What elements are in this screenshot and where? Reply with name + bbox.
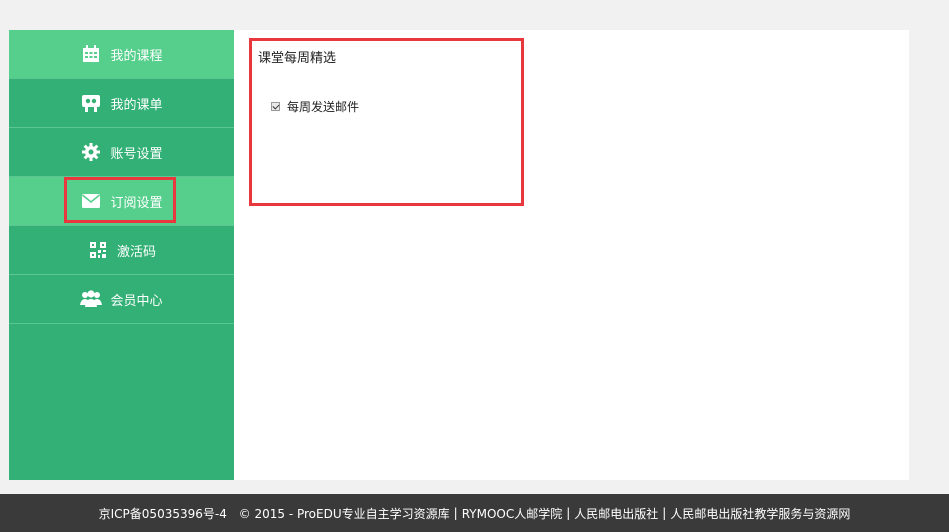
sidebar-item-activation-code[interactable]: 激活码 bbox=[9, 226, 234, 275]
sidebar: 我的课程 我的课单 账号设置 订阅设置 激活码 会员中心 bbox=[9, 30, 234, 480]
envelope-icon bbox=[80, 190, 102, 212]
sidebar-item-subscription-settings[interactable]: 订阅设置 bbox=[9, 177, 234, 226]
footer: 京ICP备05035396号-4 © 2015 - ProEDU专业自主学习资源… bbox=[0, 494, 949, 532]
sidebar-item-label: 我的课单 bbox=[110, 97, 163, 113]
sidebar-item-label: 会员中心 bbox=[110, 293, 163, 309]
sidebar-item-label: 订阅设置 bbox=[110, 195, 163, 211]
section-title: 课堂每周精选 bbox=[258, 51, 337, 66]
qrcode-icon bbox=[87, 239, 109, 261]
sidebar-item-label: 激活码 bbox=[116, 244, 156, 260]
footer-icp[interactable]: 京ICP备05035396号-4 bbox=[99, 505, 227, 522]
footer-separator: | bbox=[453, 506, 458, 520]
gear-icon bbox=[80, 141, 102, 163]
footer-link-ptpress-resources[interactable]: 人民邮电出版社教学服务与资源网 bbox=[670, 505, 850, 522]
footer-link-ptpress[interactable]: 人民邮电出版社 bbox=[574, 505, 658, 522]
users-icon bbox=[80, 288, 103, 310]
sidebar-item-account-settings[interactable]: 账号设置 bbox=[9, 128, 234, 177]
calendar-icon bbox=[80, 43, 102, 65]
sidebar-item-my-courses[interactable]: 我的课程 bbox=[9, 30, 234, 79]
footer-link-rymooc[interactable]: RYMOOC人邮学院 bbox=[462, 505, 563, 522]
footer-space bbox=[231, 506, 235, 520]
sidebar-item-member-center[interactable]: 会员中心 bbox=[9, 275, 234, 324]
weekly-email-label: 每周发送邮件 bbox=[287, 100, 360, 114]
weekly-email-checkbox[interactable] bbox=[271, 102, 280, 111]
sidebar-item-label: 账号设置 bbox=[110, 146, 163, 162]
footer-separator: | bbox=[662, 506, 667, 520]
weekly-email-option[interactable]: 每周发送邮件 bbox=[271, 98, 359, 115]
presentation-icon bbox=[80, 92, 102, 114]
footer-separator: | bbox=[566, 506, 571, 520]
sidebar-item-label: 我的课程 bbox=[110, 48, 163, 64]
sidebar-item-my-list[interactable]: 我的课单 bbox=[9, 79, 234, 128]
footer-copyright: © 2015 - ProEDU专业自主学习资源库 bbox=[238, 506, 450, 521]
